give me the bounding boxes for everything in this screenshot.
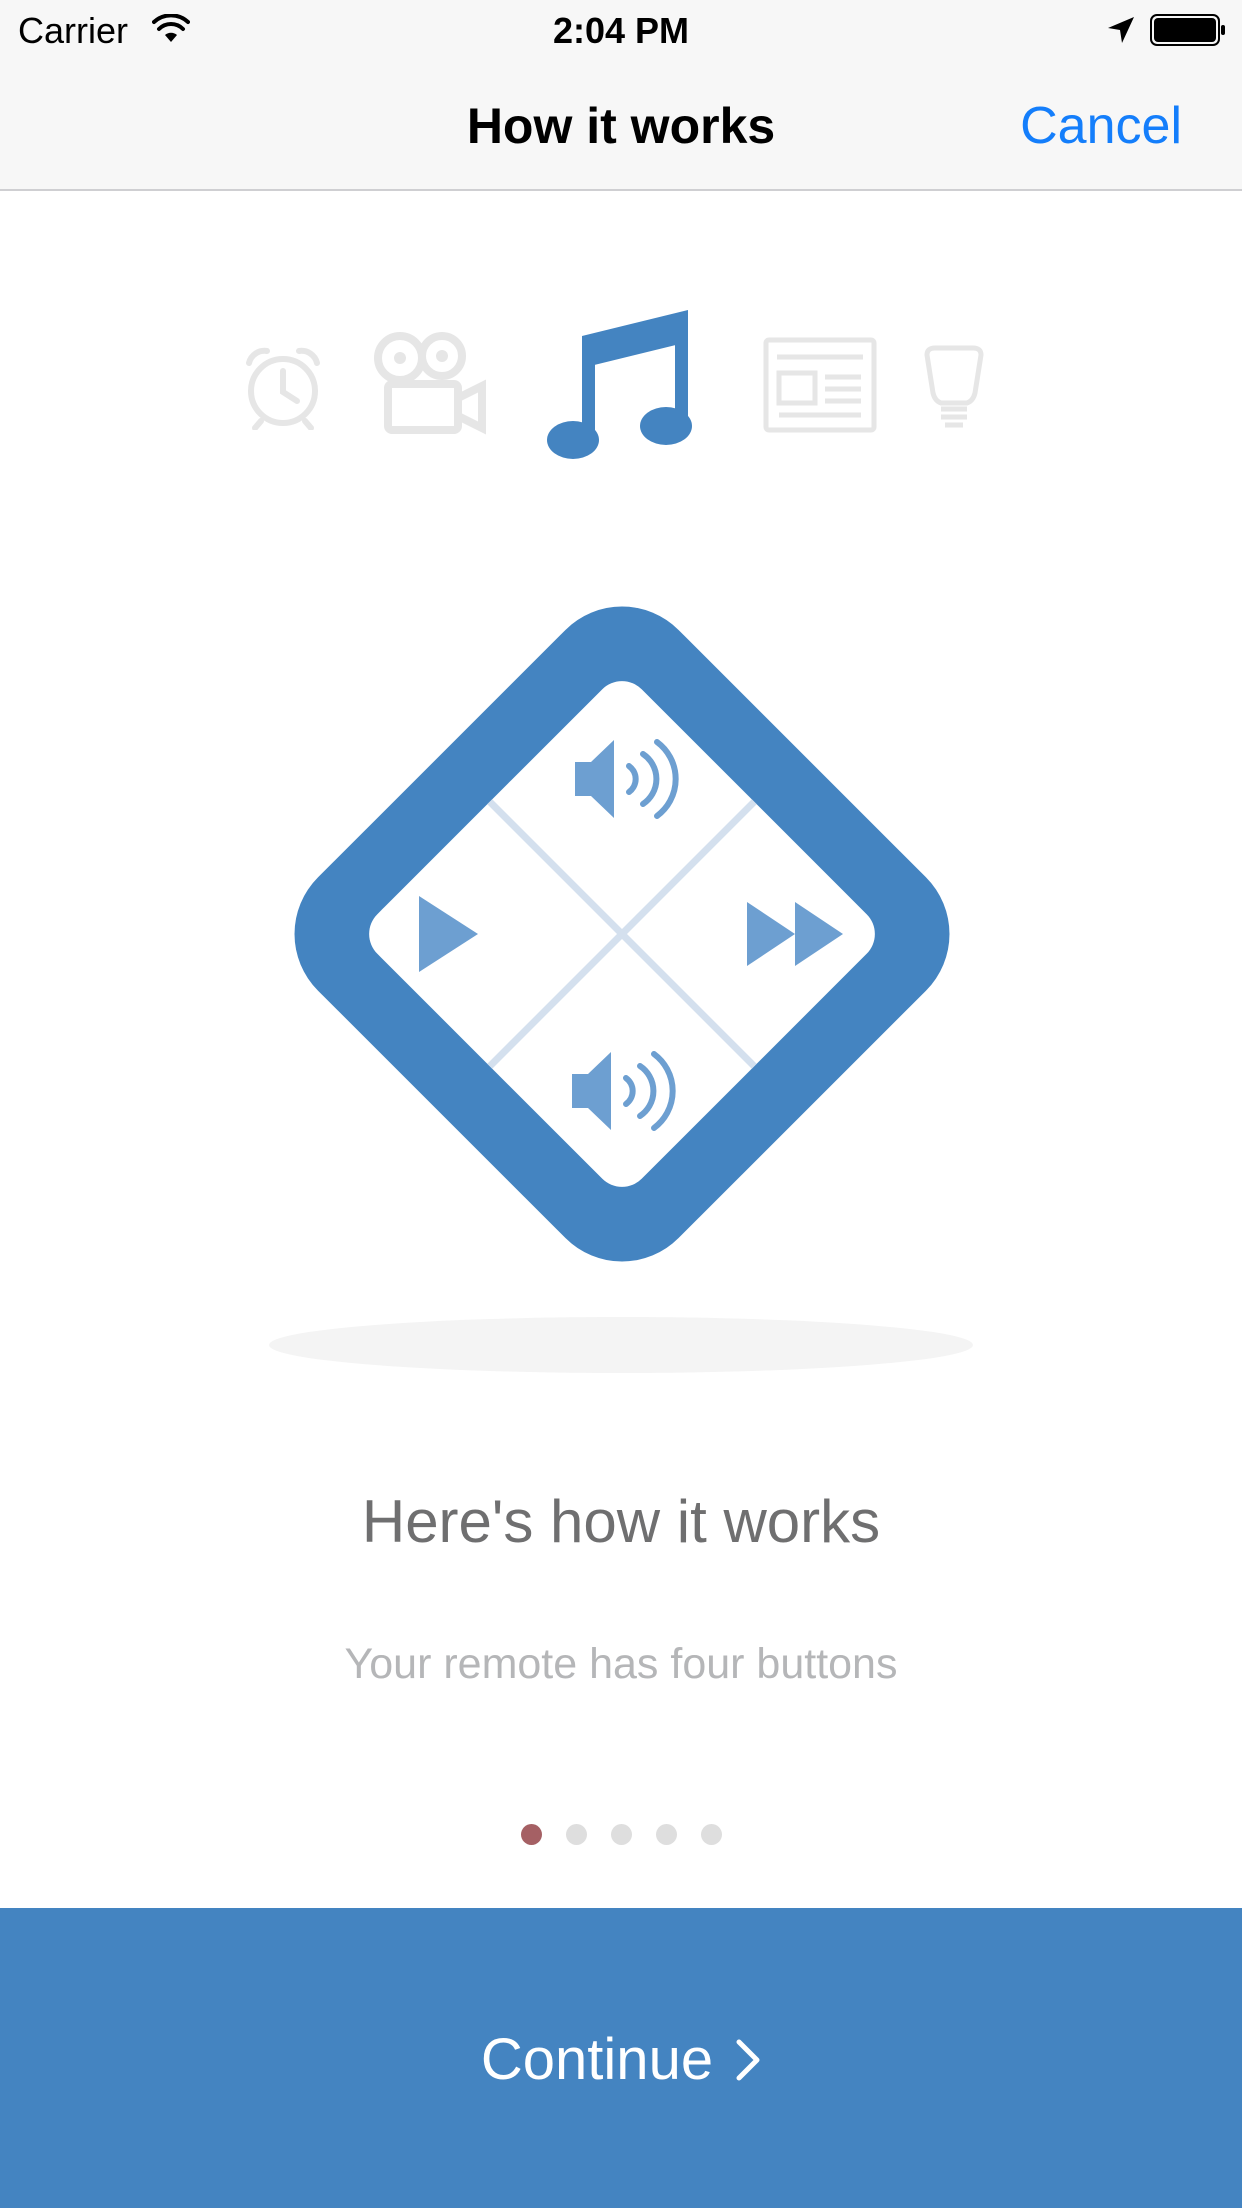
- battery-icon: [1150, 14, 1225, 46]
- remote-illustration: [269, 606, 973, 1373]
- music-note-icon[interactable]: [546, 300, 692, 460]
- page-dot-1[interactable]: [520, 1824, 542, 1845]
- continue-label: Continue: [480, 2027, 714, 2092]
- chevron-right-icon: [736, 2039, 760, 2081]
- page-dot-4[interactable]: [655, 1824, 677, 1845]
- video-camera-icon[interactable]: [372, 330, 487, 435]
- page-dot-2[interactable]: [565, 1824, 587, 1845]
- status-bar: Carrier 2:04 PM: [0, 0, 1242, 62]
- onboarding-subtitle: Your remote has four buttons: [344, 1640, 898, 1688]
- light-bulb-icon[interactable]: [923, 345, 985, 433]
- location-arrow-icon: [1108, 17, 1134, 43]
- continue-button[interactable]: Continue: [0, 1908, 1242, 2208]
- news-icon[interactable]: [763, 337, 877, 433]
- cancel-button[interactable]: Cancel: [1020, 96, 1182, 156]
- page-dot-5[interactable]: [700, 1824, 722, 1845]
- remote-shadow: [269, 1317, 973, 1373]
- onboarding-headline: Here's how it works: [361, 1488, 881, 1555]
- status-time: 2:04 PM: [552, 10, 690, 51]
- page-dot-3[interactable]: [610, 1824, 632, 1845]
- navigation-bar: How it works Cancel: [0, 62, 1242, 191]
- category-icon-row: [0, 290, 1242, 470]
- alarm-clock-icon[interactable]: [243, 345, 323, 430]
- page-indicator: [0, 1824, 1242, 1846]
